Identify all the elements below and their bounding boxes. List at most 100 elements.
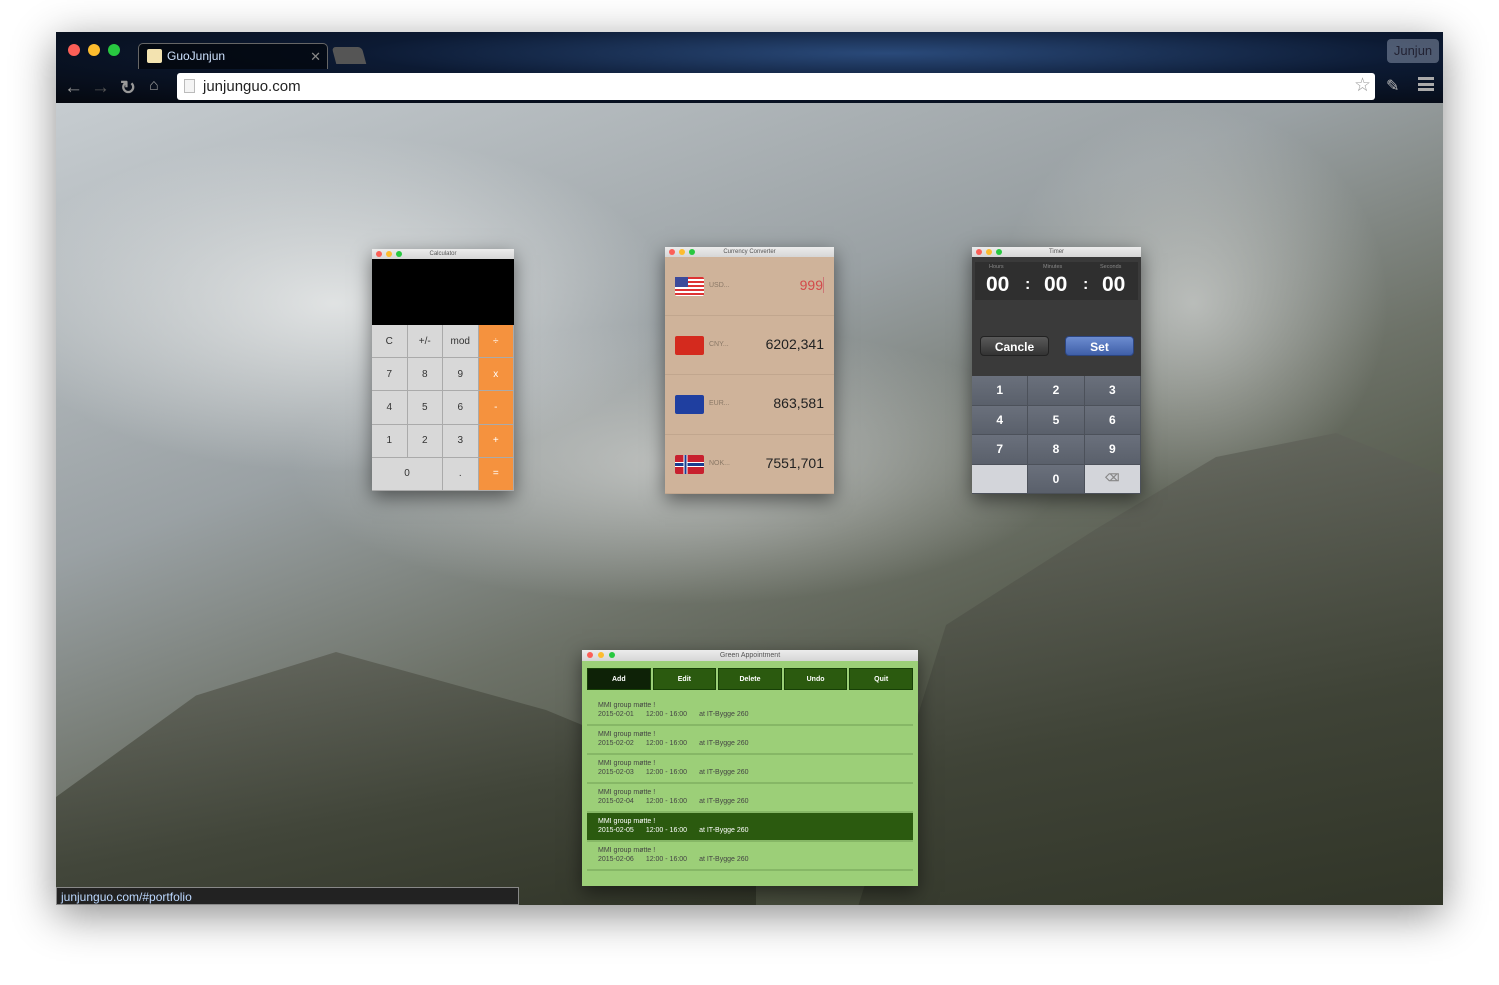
appointment-time: 12:00 - 16:00: [645, 740, 688, 747]
timer-key-button[interactable]: 7: [972, 435, 1029, 465]
appointment-item[interactable]: MMI group møtte ! 2015-02-04 12:00 - 16:00…: [587, 784, 913, 813]
calc-key-button[interactable]: +: [478, 424, 514, 458]
calc-key-button[interactable]: +/-: [407, 325, 443, 359]
reload-icon[interactable]: ↻: [120, 77, 136, 100]
currency-value-input[interactable]: 7551,701: [766, 455, 824, 471]
appointment-time: 12:00 - 16:00: [645, 827, 688, 834]
appointment-place: at IT-Bygge 260: [699, 827, 749, 834]
appointment-item[interactable]: MMI group møtte ! 2015-02-06 12:00 - 16:00…: [587, 842, 913, 871]
page-icon: [184, 79, 195, 93]
browser-window: GuoJunjun ✕ Junjun ← → ↻ ⌂ junjunguo.com ☆…: [56, 32, 1443, 905]
eu-flag-icon[interactable]: [675, 395, 704, 415]
home-icon[interactable]: ⌂: [149, 77, 159, 95]
timer-key-button[interactable]: 0: [1028, 464, 1085, 494]
tab-close-icon[interactable]: ✕: [310, 49, 321, 65]
green-appointment-app: Green Appointment Add Edit Delete Undo Quit …: [582, 650, 918, 886]
calc-key-button[interactable]: 9: [443, 358, 479, 392]
timer-key-button[interactable]: 1: [972, 376, 1029, 406]
currency-code[interactable]: USD...: [709, 282, 730, 289]
forward-arrow-icon[interactable]: →: [91, 77, 110, 99]
currency-row: USD... 999: [665, 257, 834, 317]
appointment-item[interactable]: MMI group møtte ! 2015-02-03 12:00 - 16:00…: [587, 755, 913, 784]
calc-key-button[interactable]: 5: [407, 391, 443, 425]
status-bar: junjunguo.com/#portfolio: [56, 887, 519, 905]
calc-key-button[interactable]: 4: [372, 391, 408, 425]
hours-label: Hours: [989, 264, 1004, 270]
currency-code[interactable]: EUR...: [709, 400, 730, 407]
seconds-value[interactable]: 00: [1102, 273, 1125, 297]
calc-key-button[interactable]: =: [478, 457, 514, 491]
extension-icon[interactable]: ✎: [1386, 76, 1399, 96]
currency-code[interactable]: CNY...: [709, 341, 729, 348]
backspace-icon[interactable]: ⌫: [1084, 464, 1141, 494]
edit-button[interactable]: Edit: [652, 668, 717, 690]
calc-key-button[interactable]: 8: [407, 358, 443, 392]
appointment-date: 2015-02-01: [598, 711, 634, 718]
appointment-date: 2015-02-04: [598, 798, 634, 805]
appointment-time: 12:00 - 16:00: [645, 711, 688, 718]
timer-key-button[interactable]: 9: [1084, 435, 1141, 465]
undo-button[interactable]: Undo: [783, 668, 848, 690]
timer-key-button[interactable]: 2: [1028, 376, 1085, 406]
timer-key-button[interactable]: [972, 464, 1029, 494]
minutes-value[interactable]: 00: [1044, 273, 1067, 297]
new-tab-button[interactable]: [331, 47, 367, 64]
cancel-button[interactable]: Cancle: [980, 336, 1049, 356]
appointment-time: 12:00 - 16:00: [645, 856, 688, 863]
bookmark-star-icon[interactable]: ☆: [1354, 74, 1371, 97]
appointment-date: 2015-02-03: [598, 769, 634, 776]
appointment-title: Green Appointment: [719, 652, 781, 659]
calc-key-button[interactable]: 7: [372, 358, 408, 392]
currency-row: NOK... 7551,701: [665, 435, 834, 494]
calc-key-button[interactable]: ÷: [478, 325, 514, 359]
calc-key-button[interactable]: C: [372, 325, 408, 359]
hours-value[interactable]: 00: [986, 273, 1009, 297]
currency-value-input[interactable]: 863,581: [773, 395, 824, 411]
no-flag-icon[interactable]: [675, 454, 704, 474]
calc-key-button[interactable]: 1: [372, 424, 408, 458]
appointment-item[interactable]: MMI group møtte ! 2015-02-02 12:00 - 16:00…: [587, 726, 913, 755]
calc-key-button[interactable]: 2: [407, 424, 443, 458]
quit-button[interactable]: Quit: [849, 668, 913, 690]
add-button[interactable]: Add: [587, 668, 651, 690]
calc-key-button[interactable]: -: [478, 391, 514, 425]
appointment-title: MMI group møtte !: [598, 789, 656, 796]
delete-button[interactable]: Delete: [718, 668, 782, 690]
appointment-item[interactable]: MMI group møtte ! 2015-02-01 12:00 - 16:00…: [587, 697, 913, 726]
timer-key-button[interactable]: 5: [1028, 405, 1085, 435]
appointment-item[interactable]: MMI group møtte ! 2015-02-05 12:00 - 16:00…: [587, 813, 913, 842]
timer-key-button[interactable]: 6: [1084, 405, 1141, 435]
calc-key-button[interactable]: x: [478, 358, 514, 392]
timer-key-button[interactable]: 8: [1028, 435, 1085, 465]
minimize-window-button[interactable]: [88, 44, 100, 56]
favicon-icon: [147, 49, 162, 63]
set-button[interactable]: Set: [1065, 336, 1134, 356]
address-bar[interactable]: junjunguo.com ☆: [177, 73, 1375, 100]
back-arrow-icon[interactable]: ←: [64, 77, 83, 99]
appointment-date: 2015-02-02: [598, 740, 634, 747]
calculator-title: Calculator: [429, 251, 457, 257]
menu-icon[interactable]: [1418, 77, 1434, 91]
tab-guojunjun[interactable]: GuoJunjun ✕: [138, 43, 328, 69]
calc-key-button[interactable]: 6: [443, 391, 479, 425]
currency-code[interactable]: NOK...: [709, 460, 730, 467]
calc-key-button[interactable]: 3: [443, 424, 479, 458]
us-flag-icon[interactable]: [675, 277, 704, 296]
calc-key-button[interactable]: mod: [443, 325, 479, 359]
appointment-title: MMI group møtte !: [598, 818, 656, 825]
timer-app: Timer Hours Minutes Seconds 00 : 00 : 00…: [972, 247, 1141, 494]
browser-toolbar: GuoJunjun ✕ Junjun ← → ↻ ⌂ junjunguo.com ☆…: [56, 32, 1443, 103]
maximize-window-button[interactable]: [108, 44, 120, 56]
separator: :: [1083, 276, 1089, 293]
timer-key-button[interactable]: 3: [1084, 376, 1141, 406]
currency-value-input[interactable]: 999: [800, 277, 824, 293]
close-window-button[interactable]: [68, 44, 80, 56]
appointment-title: MMI group møtte !: [598, 760, 656, 767]
currency-value-input[interactable]: 6202,341: [766, 336, 824, 352]
timer-key-button[interactable]: 4: [972, 405, 1029, 435]
minutes-label: Minutes: [1043, 264, 1063, 270]
calc-key-button[interactable]: 0: [372, 457, 443, 491]
profile-button[interactable]: Junjun: [1387, 39, 1439, 63]
calc-key-button[interactable]: .: [443, 457, 479, 491]
cn-flag-icon[interactable]: [675, 336, 704, 356]
